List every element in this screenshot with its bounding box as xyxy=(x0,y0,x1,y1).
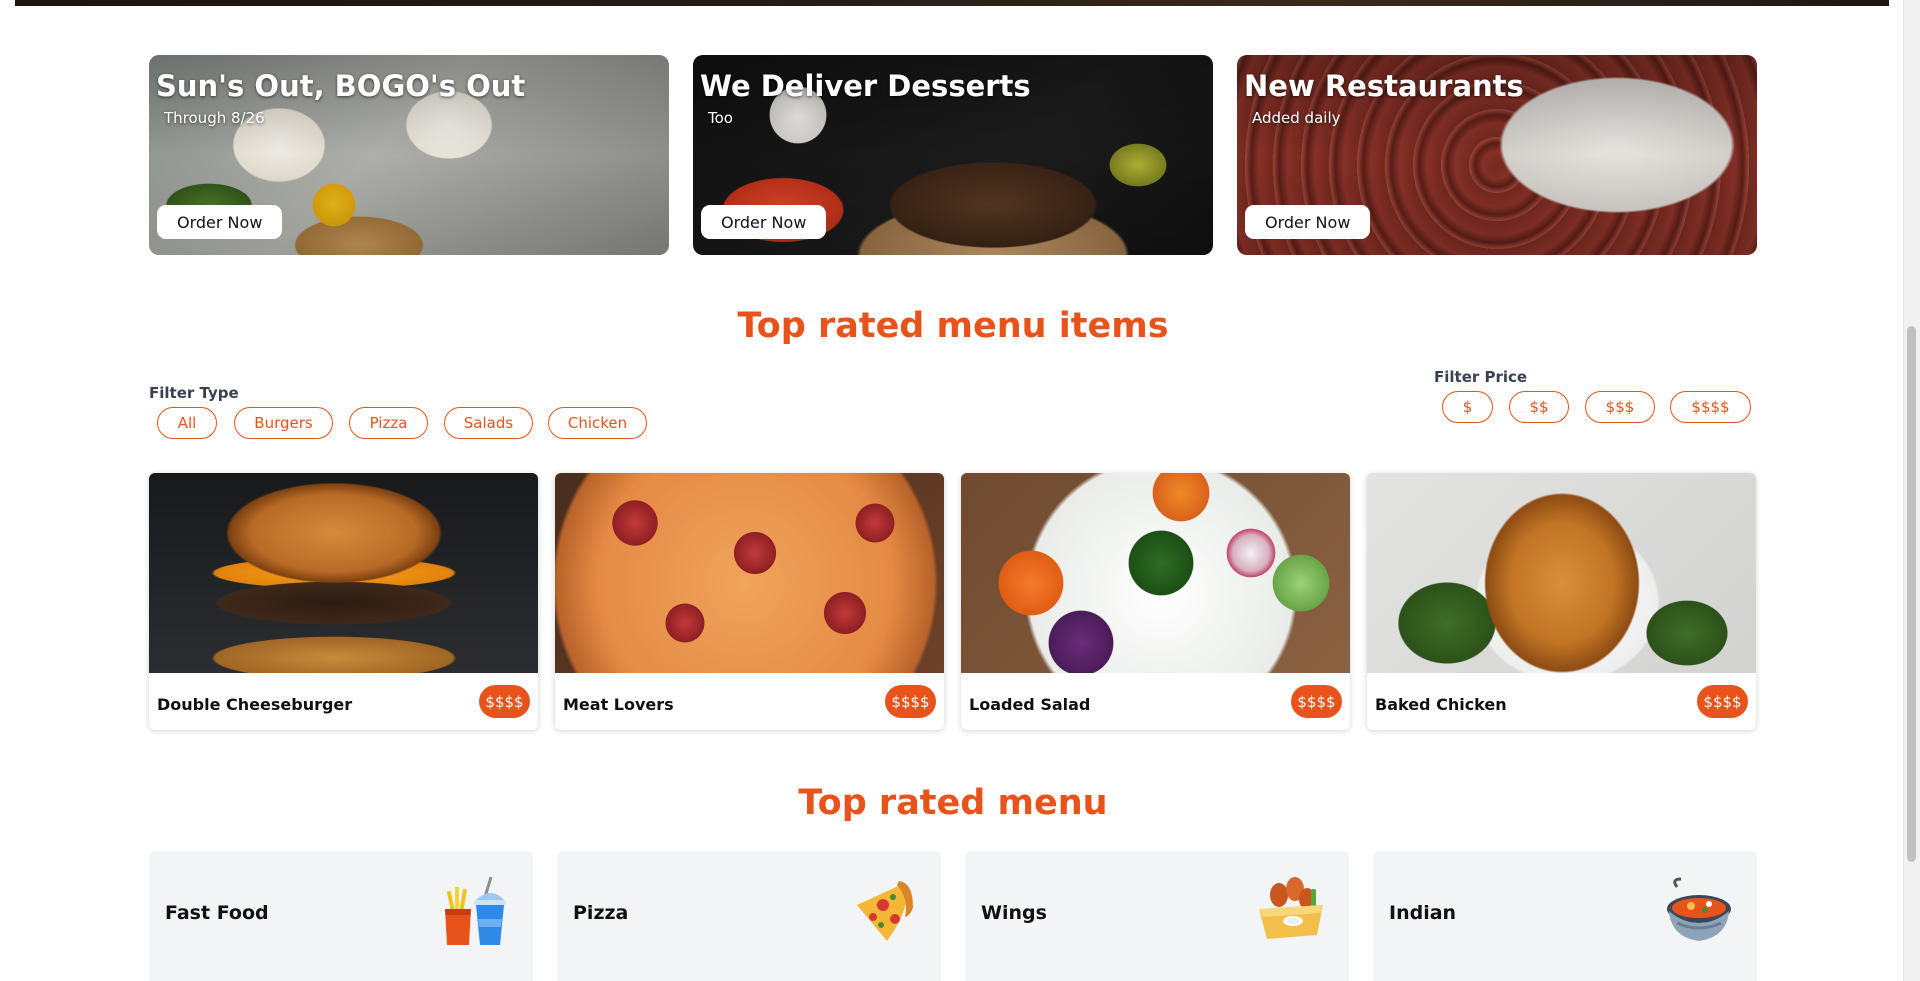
fast-food-icon xyxy=(445,876,506,945)
menu-item-name: Loaded Salad xyxy=(969,695,1091,714)
menu-item-card[interactable]: Baked Chicken $$$$ xyxy=(1367,473,1756,730)
pizza-slice-icon xyxy=(857,881,913,941)
chicken-wings-icon xyxy=(1259,877,1323,939)
category-name: Wings xyxy=(981,902,1047,924)
promo-card-desserts: We Deliver Desserts Too Order Now xyxy=(693,55,1213,255)
promo-card-bogo: Sun's Out, BOGO's Out Through 8/26 Order… xyxy=(149,55,669,255)
promo-title: Sun's Out, BOGO's Out xyxy=(156,69,526,103)
price-badge: $$$$ xyxy=(1291,685,1342,718)
section-title-top-rated-items: Top rated menu items xyxy=(737,306,1169,346)
price-badge: $$$$ xyxy=(479,685,530,718)
filter-price-3[interactable]: $$$ xyxy=(1585,391,1655,423)
menu-item-card[interactable]: Meat Lovers $$$$ xyxy=(555,473,944,730)
filter-price-1[interactable]: $ xyxy=(1442,391,1493,423)
section-title-top-rated-menu: Top rated menu xyxy=(798,783,1108,823)
filter-price-2[interactable]: $$ xyxy=(1509,391,1569,423)
filter-price-4[interactable]: $$$$ xyxy=(1670,391,1751,423)
filter-type-label: Filter Type xyxy=(149,384,239,402)
promo-subtitle: Added daily xyxy=(1252,109,1341,127)
order-now-button[interactable]: Order Now xyxy=(701,205,827,239)
menu-item-image xyxy=(555,473,944,673)
category-card-pizza[interactable]: Pizza xyxy=(557,851,941,981)
order-now-button[interactable]: Order Now xyxy=(1245,205,1371,239)
price-badge: $$$$ xyxy=(885,685,936,718)
filter-type-pizza[interactable]: Pizza xyxy=(349,407,428,439)
page-scrollbar[interactable] xyxy=(1903,0,1920,981)
promo-title: New Restaurants xyxy=(1244,69,1524,103)
menu-item-name: Baked Chicken xyxy=(1375,695,1507,714)
promo-card-new-restaurants: New Restaurants Added daily Order Now xyxy=(1237,55,1757,255)
menu-item-card[interactable]: Double Cheeseburger $$$$ xyxy=(149,473,538,730)
hero-image-bottom-edge xyxy=(15,0,1889,6)
filter-type-all[interactable]: All xyxy=(157,407,217,439)
promo-cards: Sun's Out, BOGO's Out Through 8/26 Order… xyxy=(149,55,1757,255)
promo-title: We Deliver Desserts xyxy=(700,69,1031,103)
menu-item-card[interactable]: Loaded Salad $$$$ xyxy=(961,473,1350,730)
category-card-indian[interactable]: Indian xyxy=(1373,851,1757,981)
menu-item-name: Double Cheeseburger xyxy=(157,695,353,714)
promo-subtitle: Too xyxy=(708,109,733,127)
category-name: Indian xyxy=(1389,902,1457,924)
category-card-fast-food[interactable]: Fast Food xyxy=(149,851,533,981)
category-name: Fast Food xyxy=(165,902,269,924)
order-now-button[interactable]: Order Now xyxy=(157,205,283,239)
promo-subtitle: Through 8/26 xyxy=(164,109,265,127)
category-name: Pizza xyxy=(573,902,629,924)
filter-type-chicken[interactable]: Chicken xyxy=(548,407,647,439)
menu-item-image xyxy=(149,473,538,673)
curry-bowl-icon xyxy=(1667,877,1731,941)
filter-type-salads[interactable]: Salads xyxy=(444,407,533,439)
filter-type-burgers[interactable]: Burgers xyxy=(234,407,333,439)
category-card-wings[interactable]: Wings xyxy=(965,851,1349,981)
filter-price-label: Filter Price xyxy=(1434,368,1528,386)
menu-item-image xyxy=(961,473,1350,673)
menu-item-image xyxy=(1367,473,1756,673)
menu-item-name: Meat Lovers xyxy=(563,695,674,714)
scrollbar-thumb[interactable] xyxy=(1907,326,1916,862)
price-badge: $$$$ xyxy=(1697,685,1748,718)
